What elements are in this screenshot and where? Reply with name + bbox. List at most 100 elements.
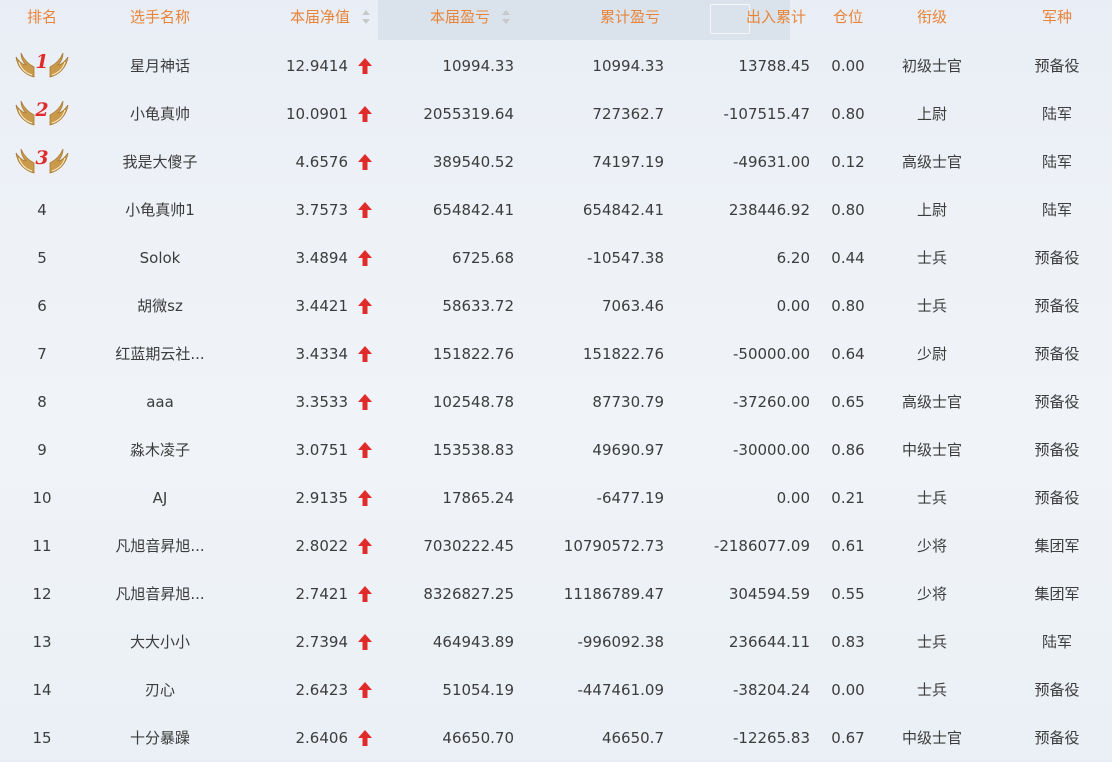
header-title[interactable]: 衔级 <box>882 0 982 34</box>
player-name[interactable]: 大大小小 <box>100 618 220 666</box>
header-position[interactable]: 仓位 <box>822 0 874 34</box>
in-out-total: 0.00 <box>776 489 810 507</box>
header-rank[interactable]: 排名 <box>10 0 74 34</box>
sort-icon[interactable] <box>502 10 510 24</box>
up-arrow-icon <box>358 490 372 506</box>
player-name[interactable]: 星月神话 <box>100 42 220 90</box>
header-current-pnl[interactable]: 本届盈亏 <box>390 0 490 34</box>
player-name[interactable]: 刃心 <box>100 666 220 714</box>
up-arrow-icon <box>358 634 372 650</box>
total-pnl: -996092.38 <box>577 633 664 651</box>
in-out-total: -50000.00 <box>733 345 810 363</box>
header-total-pnl[interactable]: 累计盈亏 <box>560 0 660 34</box>
player-name[interactable]: 红蓝期云社... <box>100 330 220 378</box>
service-branch: 预备役 <box>1034 729 1080 747</box>
table-row[interactable]: 8 aaa 3.3533 102548.78 87730.79 -37260.00 0.65… <box>0 378 1112 426</box>
current-pnl: 51054.19 <box>442 681 514 699</box>
table-row[interactable]: 7 红蓝期云社... 3.4334 151822.76 151822.76 -50000.… <box>0 330 1112 378</box>
table-row[interactable]: 10 AJ 2.9135 17865.24 -6477.19 0.00 0.21 士兵 预备役 <box>0 474 1112 522</box>
service-branch: 陆军 <box>1041 105 1072 123</box>
rank-number: 2 <box>35 99 49 121</box>
table-row[interactable]: 9 淼木凌子 3.0751 153538.83 49690.97 -30000.00 0.8… <box>0 426 1112 474</box>
table-row[interactable]: 12 凡旭音昇旭... 2.7421 8326827.25 11186789.47 304… <box>0 570 1112 618</box>
current-pnl: 2055319.64 <box>423 105 514 123</box>
rank-title: 上尉 <box>916 105 947 123</box>
rank-title: 士兵 <box>916 489 947 507</box>
rank-title: 上尉 <box>916 201 947 219</box>
rank-number: 3 <box>35 147 49 169</box>
current-pnl: 46650.70 <box>442 729 514 747</box>
sort-icon[interactable] <box>362 10 370 24</box>
service-branch: 集团军 <box>1034 537 1080 555</box>
service-branch: 集团军 <box>1034 585 1080 603</box>
position-ratio: 0.86 <box>831 441 865 459</box>
service-branch: 预备役 <box>1034 681 1080 699</box>
position-ratio: 0.21 <box>831 489 865 507</box>
service-branch: 陆军 <box>1041 633 1072 651</box>
rank-number: 14 <box>32 681 52 699</box>
player-name[interactable]: 凡旭音昇旭... <box>100 522 220 570</box>
total-pnl: 151822.76 <box>582 345 664 363</box>
table-row[interactable]: 6 胡微sz 3.4421 58633.72 7063.46 0.00 0.80 士兵 预备役 <box>0 282 1112 330</box>
up-arrow-icon <box>358 106 372 122</box>
total-pnl: 46650.7 <box>601 729 664 747</box>
total-pnl: 654842.41 <box>582 201 664 219</box>
position-ratio: 0.12 <box>831 153 865 171</box>
current-pnl: 10994.33 <box>442 57 514 75</box>
current-pnl: 6725.68 <box>451 249 514 267</box>
player-name[interactable]: aaa <box>100 378 220 426</box>
player-name[interactable]: 十分暴躁 <box>100 714 220 762</box>
position-ratio: 0.44 <box>831 249 865 267</box>
player-name[interactable]: 小龟真帅1 <box>100 186 220 234</box>
player-name[interactable]: 小龟真帅 <box>100 90 220 138</box>
table-row[interactable]: 14 刃心 2.6423 51054.19 -447461.09 -38204.24 0.0… <box>0 666 1112 714</box>
position-ratio: 0.00 <box>831 57 865 75</box>
rank-number: 4 <box>37 201 47 219</box>
header-branch[interactable]: 军种 <box>1010 0 1104 34</box>
table-header: 排名 选手名称 本届净值 本届盈亏 累计盈亏 出入累计 仓位 衔级 军种 <box>0 0 1112 48</box>
total-pnl: 11186789.47 <box>563 585 664 603</box>
total-pnl: 74197.19 <box>592 153 664 171</box>
rank-title: 高级士官 <box>901 393 962 411</box>
in-out-total: -38204.24 <box>733 681 810 699</box>
current-pnl: 151822.76 <box>432 345 514 363</box>
table-row[interactable]: 4 小龟真帅1 3.7573 654842.41 654842.41 238446.92 0… <box>0 186 1112 234</box>
table-row[interactable]: 5 Solok 3.4894 6725.68 -10547.38 6.20 0.44 士兵 预备… <box>0 234 1112 282</box>
up-arrow-icon <box>358 442 372 458</box>
rank-number: 6 <box>37 297 47 315</box>
rank-medal-icon: 1 <box>14 51 70 81</box>
table-row[interactable]: 2 小龟真帅 10.0901 2055319.64 727362.7 -107515.47… <box>0 90 1112 138</box>
up-arrow-icon <box>358 394 372 410</box>
player-name[interactable]: 淼木凌子 <box>100 426 220 474</box>
player-name[interactable]: 胡微sz <box>100 282 220 330</box>
service-branch: 预备役 <box>1034 297 1080 315</box>
rank-number: 1 <box>35 51 49 73</box>
up-arrow-icon <box>358 250 372 266</box>
player-name[interactable]: 凡旭音昇旭... <box>100 570 220 618</box>
header-in-out-total[interactable]: 出入累计 <box>706 0 806 34</box>
current-pnl: 464943.89 <box>432 633 514 651</box>
net-value: 2.8022 <box>295 537 349 555</box>
table-row[interactable]: 11 凡旭音昇旭... 2.8022 7030222.45 10790572.73 -21… <box>0 522 1112 570</box>
player-name[interactable]: Solok <box>100 234 220 282</box>
table-row[interactable]: 3 我是大傻子 4.6576 389540.52 74197.19 -49631.00 0.… <box>0 138 1112 186</box>
rank-number: 13 <box>32 633 52 651</box>
player-name[interactable]: AJ <box>100 474 220 522</box>
in-out-total: 236644.11 <box>728 633 810 651</box>
current-pnl: 7030222.45 <box>423 537 514 555</box>
table-row[interactable]: 15 十分暴躁 2.6406 46650.70 46650.7 -12265.83 0.67… <box>0 714 1112 762</box>
up-arrow-icon <box>358 298 372 314</box>
table-row[interactable]: 1 星月神话 12.9414 10994.33 10994.33 13788.45 0.00… <box>0 42 1112 90</box>
up-arrow-icon <box>358 58 372 74</box>
position-ratio: 0.64 <box>831 345 865 363</box>
player-name[interactable]: 我是大傻子 <box>100 138 220 186</box>
table-row[interactable]: 13 大大小小 2.7394 464943.89 -996092.38 236644.11… <box>0 618 1112 666</box>
net-value: 2.6406 <box>295 729 349 747</box>
rank-number: 5 <box>37 249 47 267</box>
in-out-total: -30000.00 <box>733 441 810 459</box>
header-name[interactable]: 选手名称 <box>100 0 220 34</box>
net-value: 10.0901 <box>285 105 348 123</box>
rank-number: 12 <box>32 585 52 603</box>
current-pnl: 389540.52 <box>432 153 514 171</box>
header-net-value[interactable]: 本届净值 <box>250 0 350 34</box>
